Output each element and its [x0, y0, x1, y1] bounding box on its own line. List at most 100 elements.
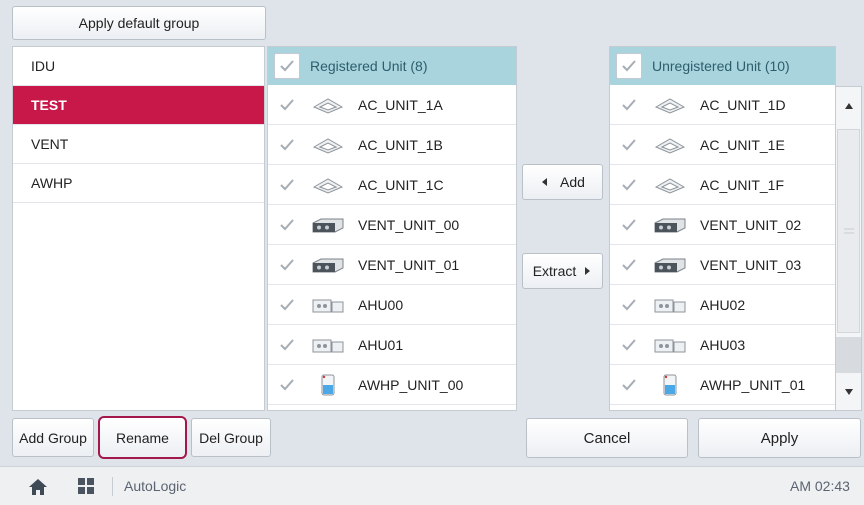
- ventilation-unit-icon: [308, 217, 348, 233]
- scroll-up-button[interactable]: [836, 87, 861, 125]
- unit-name: VENT_UNIT_02: [700, 216, 802, 233]
- unit-name: AHU02: [700, 296, 746, 313]
- unit-row[interactable]: AHU01: [268, 325, 516, 365]
- unit-checkbox[interactable]: [276, 218, 298, 232]
- unit-row[interactable]: AC_UNIT_1C: [268, 165, 516, 205]
- unit-name: AHU03: [700, 336, 746, 353]
- air-handling-unit-icon: [650, 296, 690, 314]
- add-group-button[interactable]: Add Group: [12, 418, 94, 457]
- extract-button-label: Extract: [532, 263, 577, 279]
- unit-checkbox[interactable]: [276, 338, 298, 352]
- apply-button[interactable]: Apply: [698, 418, 861, 458]
- unregistered-scrollbar[interactable]: [835, 86, 862, 411]
- cassette-ac-icon: [308, 96, 348, 114]
- unit-name: AHU00: [358, 296, 404, 313]
- scroll-thumb[interactable]: [837, 129, 860, 333]
- clock: AM 02:43: [790, 478, 850, 494]
- unit-checkbox[interactable]: [618, 178, 640, 192]
- add-button[interactable]: Add: [522, 164, 603, 200]
- unit-row[interactable]: VENT_UNIT_02: [610, 205, 835, 245]
- add-button-label: Add: [560, 174, 585, 190]
- unit-checkbox[interactable]: [276, 298, 298, 312]
- scroll-track-lower[interactable]: [836, 337, 861, 373]
- registered-unit-header: Registered Unit (8): [268, 47, 516, 85]
- arrow-left-icon: [542, 178, 548, 186]
- cassette-ac-icon: [650, 96, 690, 114]
- unit-row[interactable]: AC_UNIT_1D: [610, 85, 835, 125]
- scroll-up-icon: [844, 103, 853, 109]
- unit-row[interactable]: VENT_UNIT_00: [268, 205, 516, 245]
- unit-checkbox[interactable]: [276, 98, 298, 112]
- select-all-registered-checkbox[interactable]: [274, 53, 300, 79]
- unit-row[interactable]: VENT_UNIT_01: [268, 245, 516, 285]
- extract-button[interactable]: Extract: [522, 253, 603, 289]
- grip-icon: [843, 228, 854, 234]
- unit-name: AHU01: [358, 336, 404, 353]
- group-item-awhp[interactable]: AWHP: [13, 164, 264, 203]
- cassette-ac-icon: [650, 136, 690, 154]
- unit-row[interactable]: AC_UNIT_1A: [268, 85, 516, 125]
- unit-checkbox[interactable]: [618, 378, 640, 392]
- unit-name: VENT_UNIT_00: [358, 216, 460, 233]
- cassette-ac-icon: [308, 176, 348, 194]
- unit-row[interactable]: VENT_UNIT_03: [610, 245, 835, 285]
- unit-row[interactable]: AHU02: [610, 285, 835, 325]
- cassette-ac-icon: [650, 176, 690, 194]
- unit-checkbox[interactable]: [618, 98, 640, 112]
- registered-unit-list: Registered Unit (8) AC_UNIT_1A AC_UNIT_1B…: [267, 46, 517, 411]
- unit-checkbox[interactable]: [276, 258, 298, 272]
- unit-row[interactable]: AHU03: [610, 325, 835, 365]
- unit-row[interactable]: AWHP_UNIT_00: [268, 365, 516, 405]
- unit-checkbox[interactable]: [618, 338, 640, 352]
- awhp-hydrokit-icon: [308, 373, 348, 397]
- group-item-label: TEST: [31, 97, 67, 113]
- unit-name: VENT_UNIT_03: [700, 256, 802, 273]
- group-item-label: AWHP: [31, 175, 73, 191]
- group-list: IDU TEST VENT AWHP: [12, 46, 265, 411]
- group-item-label: IDU: [31, 58, 56, 74]
- ventilation-unit-icon: [308, 257, 348, 273]
- status-bar: AutoLogic AM 02:43: [0, 466, 864, 505]
- app-name: AutoLogic: [124, 478, 187, 494]
- unregistered-unit-header: Unregistered Unit (10): [610, 47, 835, 85]
- awhp-hydrokit-icon: [650, 373, 690, 397]
- unit-row[interactable]: AWHP_UNIT_01: [610, 365, 835, 405]
- unit-checkbox[interactable]: [276, 378, 298, 392]
- ventilation-unit-icon: [650, 217, 690, 233]
- unit-row[interactable]: AHU00: [268, 285, 516, 325]
- rename-button[interactable]: Rename: [98, 416, 187, 459]
- group-item-idu[interactable]: IDU: [13, 47, 264, 86]
- unit-checkbox[interactable]: [618, 218, 640, 232]
- unit-name: AC_UNIT_1C: [358, 176, 444, 193]
- select-all-unregistered-checkbox[interactable]: [616, 53, 642, 79]
- del-group-button[interactable]: Del Group: [191, 418, 271, 457]
- menu-grid-icon[interactable]: [78, 478, 94, 494]
- air-handling-unit-icon: [308, 336, 348, 354]
- scroll-down-icon: [844, 388, 853, 395]
- unit-row[interactable]: AC_UNIT_1E: [610, 125, 835, 165]
- cancel-button[interactable]: Cancel: [526, 418, 688, 458]
- unit-name: AC_UNIT_1E: [700, 136, 785, 153]
- air-handling-unit-icon: [650, 336, 690, 354]
- unit-checkbox[interactable]: [618, 258, 640, 272]
- unit-name: AC_UNIT_1F: [700, 176, 785, 193]
- unit-name: AWHP_UNIT_00: [358, 376, 464, 393]
- air-handling-unit-icon: [308, 296, 348, 314]
- scroll-down-button[interactable]: [836, 373, 861, 410]
- unit-checkbox[interactable]: [618, 298, 640, 312]
- unit-checkbox[interactable]: [276, 138, 298, 152]
- registered-unit-header-label: Registered Unit (8): [310, 58, 428, 74]
- group-item-vent[interactable]: VENT: [13, 125, 264, 164]
- unit-checkbox[interactable]: [276, 178, 298, 192]
- home-icon[interactable]: [28, 478, 48, 496]
- unit-name: AWHP_UNIT_01: [700, 376, 806, 393]
- unit-name: AC_UNIT_1D: [700, 96, 786, 113]
- unit-checkbox[interactable]: [618, 138, 640, 152]
- unit-row[interactable]: AC_UNIT_1F: [610, 165, 835, 205]
- apply-default-group-button[interactable]: Apply default group: [12, 6, 266, 40]
- group-item-test[interactable]: TEST: [13, 86, 264, 125]
- unit-name: AC_UNIT_1B: [358, 136, 443, 153]
- arrow-right-icon: [585, 267, 591, 275]
- unit-name: AC_UNIT_1A: [358, 96, 443, 113]
- unit-row[interactable]: AC_UNIT_1B: [268, 125, 516, 165]
